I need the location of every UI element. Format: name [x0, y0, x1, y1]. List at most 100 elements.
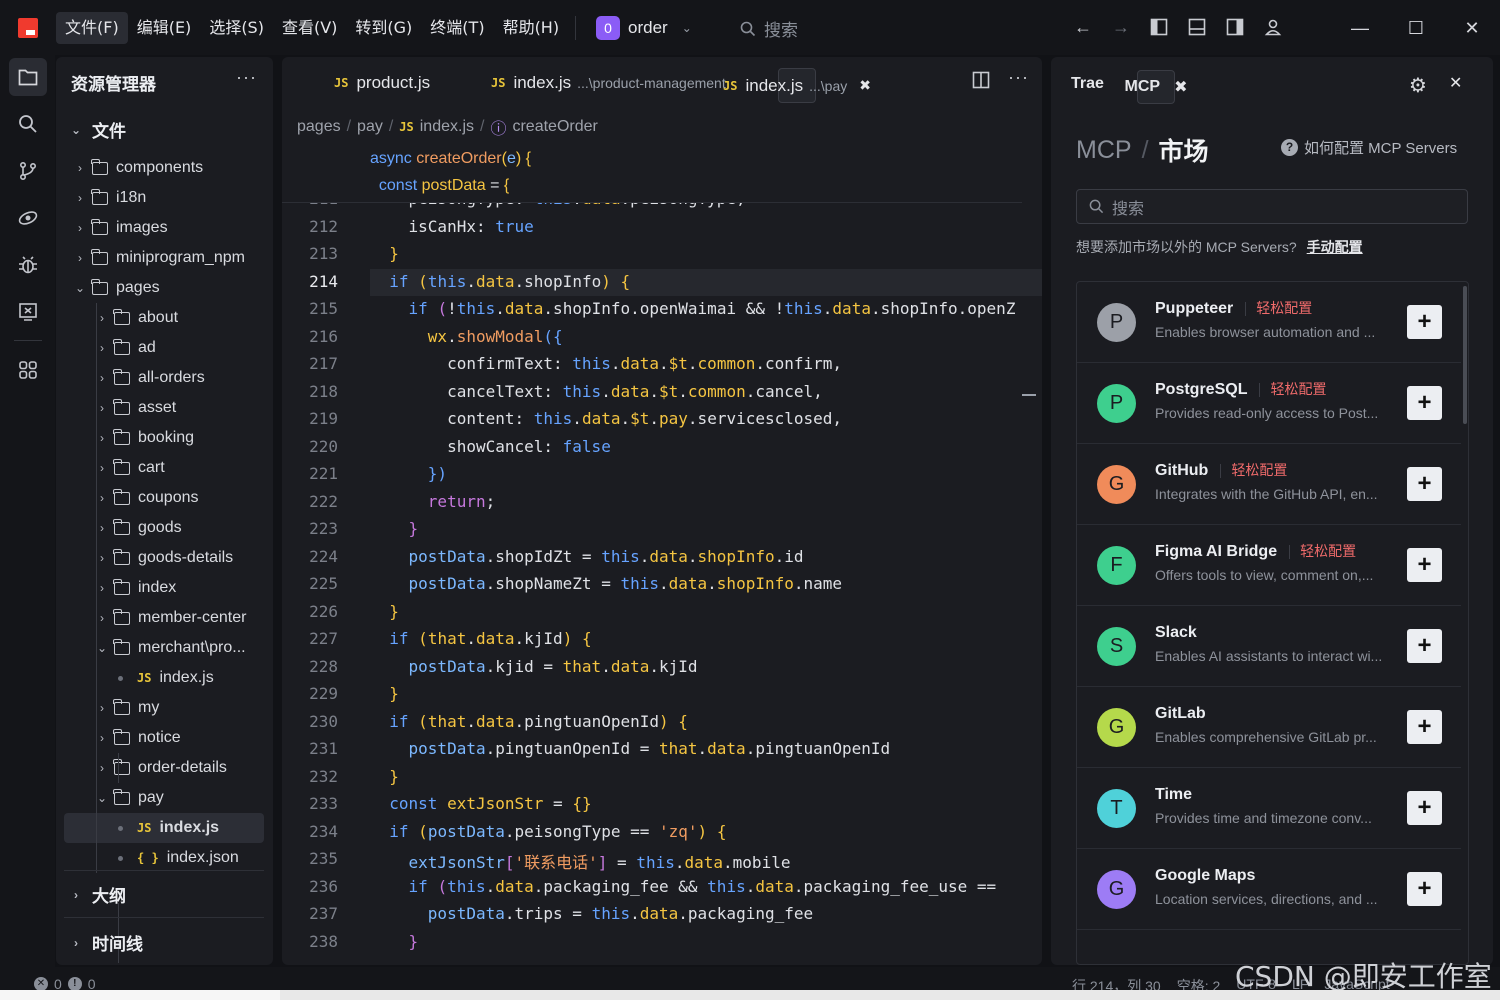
menu-help[interactable]: 帮助(H) — [494, 12, 569, 44]
tree-folder[interactable]: › all-orders — [56, 363, 273, 393]
toggle-sidebar-icon[interactable] — [1146, 14, 1172, 40]
scrollbar[interactable] — [1463, 286, 1467, 424]
code-line[interactable]: cancelText: this.data.$t.common.cancel, — [370, 382, 823, 401]
code-line[interactable]: } — [370, 767, 399, 786]
mcp-server-item[interactable]: G GitHub 轻松配置 Integrates with the GitHub AP… — [1077, 444, 1461, 525]
code-line[interactable]: } — [370, 684, 399, 703]
tree-folder[interactable]: ⌄ pages — [56, 273, 273, 303]
code-line[interactable]: postData.shopIdZt = this.data.shopInfo.i… — [370, 547, 804, 566]
code-line[interactable]: } — [370, 519, 419, 538]
explorer-icon[interactable] — [8, 58, 47, 96]
code-line[interactable]: confirmText: this.data.$t.common.confirm… — [370, 354, 842, 373]
toggle-panel-icon[interactable] — [1184, 14, 1210, 40]
tree-folder[interactable]: › i18n — [56, 183, 273, 213]
maximize-icon[interactable]: ☐ — [1388, 8, 1444, 48]
tree-folder[interactable]: › coupons — [56, 483, 273, 513]
tree-folder[interactable]: › booking — [56, 423, 273, 453]
menu-selection[interactable]: 选择(S) — [200, 12, 273, 44]
split-editor-icon[interactable] — [972, 71, 990, 94]
tree-folder[interactable]: ⌄ merchant\pro... — [56, 633, 273, 663]
tree-folder[interactable]: › images — [56, 213, 273, 243]
tree-folder[interactable]: › goods-details — [56, 543, 273, 573]
breadcrumb-item[interactable]: createOrder — [512, 118, 597, 136]
search-icon[interactable] — [9, 105, 47, 143]
add-server-button[interactable]: + — [1407, 710, 1442, 744]
menu-go[interactable]: 转到(G) — [346, 12, 421, 44]
tree-folder[interactable]: › goods — [56, 513, 273, 543]
tree-folder[interactable]: › order-details — [56, 753, 273, 783]
mcp-server-item[interactable]: F Figma AI Bridge 轻松配置 Offers tools to view… — [1077, 525, 1461, 606]
tree-folder[interactable]: › about — [56, 303, 273, 333]
code-line[interactable]: if (that.data.kjId) { — [370, 629, 591, 648]
menu-file[interactable]: 文件(F) — [56, 12, 128, 44]
toggle-aux-bar-icon[interactable] — [1222, 14, 1248, 40]
more-icon[interactable]: ··· — [1008, 67, 1029, 88]
mcp-server-item[interactable]: S Slack Enables AI assistants to interact … — [1077, 606, 1461, 687]
tree-file[interactable]: { } index.json — [56, 843, 273, 873]
tree-file[interactable]: JS index.js — [64, 813, 264, 843]
outline-section-header[interactable]: › 大纲 — [70, 882, 126, 907]
add-server-button[interactable]: + — [1407, 629, 1442, 663]
debug-icon[interactable] — [9, 246, 47, 284]
code-line[interactable]: return; — [370, 492, 495, 511]
code-line[interactable]: postData.kjid = that.data.kjId — [370, 657, 698, 676]
code-line[interactable]: isCanHx: true — [370, 217, 534, 236]
more-icon[interactable]: ··· — [236, 67, 257, 88]
manual-config-link[interactable]: 手动配置 — [1307, 239, 1363, 255]
code-line[interactable]: postData.pingtuanOpenId = that.data.ping… — [370, 739, 891, 758]
mcp-server-item[interactable]: G GitLab Enables comprehensive GitLab pr..… — [1077, 687, 1461, 768]
menu-terminal[interactable]: 终端(T) — [421, 12, 493, 44]
extensions-icon[interactable] — [9, 351, 47, 389]
tab-mcp[interactable]: MCP ✖ — [1125, 70, 1187, 104]
tree-folder[interactable]: › miniprogram_npm — [56, 243, 273, 273]
files-section-header[interactable]: ⌄ 文件 — [70, 117, 126, 142]
breadcrumb-item[interactable]: pay — [357, 118, 383, 136]
add-server-button[interactable]: + — [1407, 467, 1442, 501]
breadcrumb-item[interactable]: pages — [297, 118, 341, 136]
tree-folder[interactable]: ⌄ pay — [56, 783, 273, 813]
code-line[interactable]: }) — [370, 464, 447, 483]
code-line[interactable]: content: this.data.$t.pay.servicesclosed… — [370, 409, 842, 428]
code-line[interactable]: const extJsonStr = {} — [370, 794, 591, 813]
arrow-left-icon[interactable]: ← — [1070, 14, 1096, 40]
close-window-icon[interactable]: ✕ — [1444, 8, 1500, 48]
tree-folder[interactable]: › asset — [56, 393, 273, 423]
source-control-icon[interactable] — [9, 152, 47, 190]
mcp-server-item[interactable]: T Time Provides time and timezone conv... + — [1077, 768, 1461, 849]
add-server-button[interactable]: + — [1407, 791, 1442, 825]
tree-file[interactable]: JS index.js — [56, 663, 273, 693]
tree-folder[interactable]: › index — [56, 573, 273, 603]
mcp-server-item[interactable]: P PostgreSQL 轻松配置 Provides read-only access… — [1077, 363, 1461, 444]
minimize-icon[interactable]: — — [1332, 8, 1388, 48]
tab-index-js-pay[interactable]: JS index.js ...\pay ✖ — [723, 68, 871, 103]
add-server-button[interactable]: + — [1407, 872, 1442, 906]
project-switcher[interactable]: 0 order ⌄ — [596, 16, 692, 40]
tree-folder[interactable]: › cart — [56, 453, 273, 483]
menu-edit[interactable]: 编辑(E) — [128, 12, 201, 44]
tree-folder[interactable]: › ad — [56, 333, 273, 363]
sticky-line[interactable]: async createOrder(e) { — [370, 150, 531, 168]
remote-explorer-icon[interactable] — [9, 293, 47, 331]
remote-icon[interactable] — [9, 199, 47, 237]
mcp-search-input[interactable]: 搜索 — [1076, 189, 1468, 224]
add-server-button[interactable]: + — [1407, 305, 1442, 339]
code-line[interactable]: postData.shopNameZt = this.data.shopInfo… — [370, 574, 843, 593]
code-line[interactable]: extJsonStr['联系电话'] = this.data.mobile — [370, 849, 791, 873]
code-line[interactable]: if (this.data.shopInfo) { — [370, 272, 630, 291]
breadcrumb-item[interactable]: index.js — [420, 118, 474, 136]
close-icon[interactable]: ✖ — [859, 77, 871, 94]
sticky-line[interactable]: const postData = { — [370, 177, 509, 195]
menu-view[interactable]: 查看(V) — [273, 12, 346, 44]
close-icon[interactable]: ✖ — [1174, 77, 1187, 97]
title-search[interactable]: 搜索 — [740, 16, 798, 41]
tree-folder[interactable]: › notice — [56, 723, 273, 753]
code-line[interactable]: postData.trips = this.data.packaging_fee — [370, 904, 813, 923]
timeline-section-header[interactable]: › 时间线 — [70, 930, 143, 955]
tab-product-js[interactable]: JS product.js — [324, 65, 440, 100]
add-server-button[interactable]: + — [1407, 548, 1442, 582]
tab-trae[interactable]: Trae — [1061, 67, 1114, 101]
gear-icon[interactable]: ⚙ — [1409, 73, 1427, 98]
code-line[interactable]: if (this.data.packaging_fee && this.data… — [370, 877, 997, 896]
tree-folder[interactable]: › components — [56, 153, 273, 183]
tab-index-js-product[interactable]: JS index.js ...\product-management — [481, 65, 736, 100]
